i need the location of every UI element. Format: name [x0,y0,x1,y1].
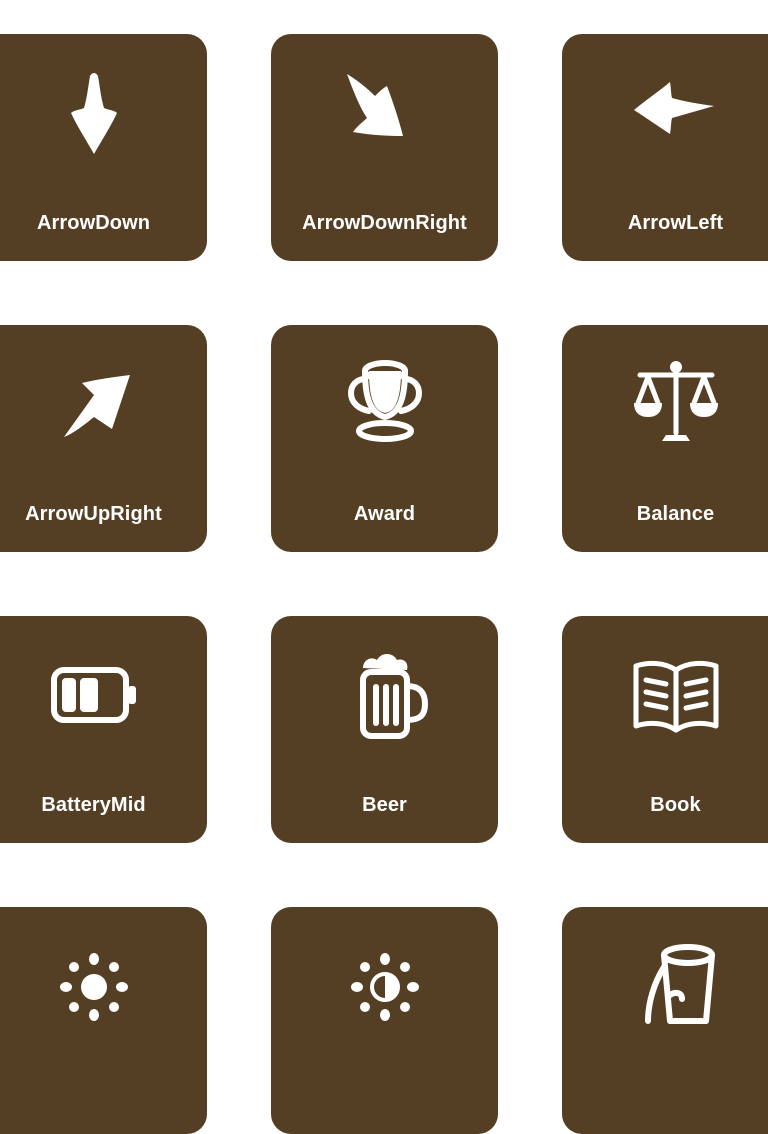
icon-tile-label: Beer [362,794,407,816]
icon-grid: ArrowDown ArrowDownRight ArrowLeft Arrow… [0,34,768,1134]
arrow-up-right-icon [44,355,144,455]
bucket-icon [626,937,726,1037]
icon-tile-book[interactable]: Book [562,616,768,843]
arrow-left-icon [626,64,726,164]
beer-icon [335,646,435,746]
icon-tile-label: ArrowUpRight [25,503,162,525]
icon-tile-arrow-down[interactable]: ArrowDown [0,34,207,261]
icon-tile-label: BatteryMid [41,794,146,816]
icon-tile-beer[interactable]: Beer [271,616,498,843]
icon-tile-label: Award [353,503,416,525]
icon-tile-brightness-half[interactable] [271,907,498,1134]
icon-tile-arrow-down-right[interactable]: ArrowDownRight [271,34,498,261]
balance-icon [626,355,726,455]
icon-tile-label: ArrowDown [36,212,151,234]
icon-tile-label: Book [650,794,701,816]
book-icon [626,646,726,746]
icon-tile-battery-mid[interactable]: BatteryMid [0,616,207,843]
arrow-down-right-icon [335,64,435,164]
battery-mid-icon [44,646,144,746]
arrow-down-icon [44,64,144,164]
icon-tile-label: ArrowLeft [627,212,724,234]
icon-tile-arrow-up-right[interactable]: ArrowUpRight [0,325,207,552]
icon-tile-label: ArrowDownRight [302,212,467,234]
icon-tile-award[interactable]: Award [271,325,498,552]
icon-tile-label: Balance [636,503,715,525]
award-icon [335,355,435,455]
icon-tile-balance[interactable]: Balance [562,325,768,552]
icon-tile-arrow-left[interactable]: ArrowLeft [562,34,768,261]
brightness-half-icon [335,937,435,1037]
icon-tile-brightness[interactable] [0,907,207,1134]
brightness-icon [44,937,144,1037]
icon-tile-bucket[interactable] [562,907,768,1134]
